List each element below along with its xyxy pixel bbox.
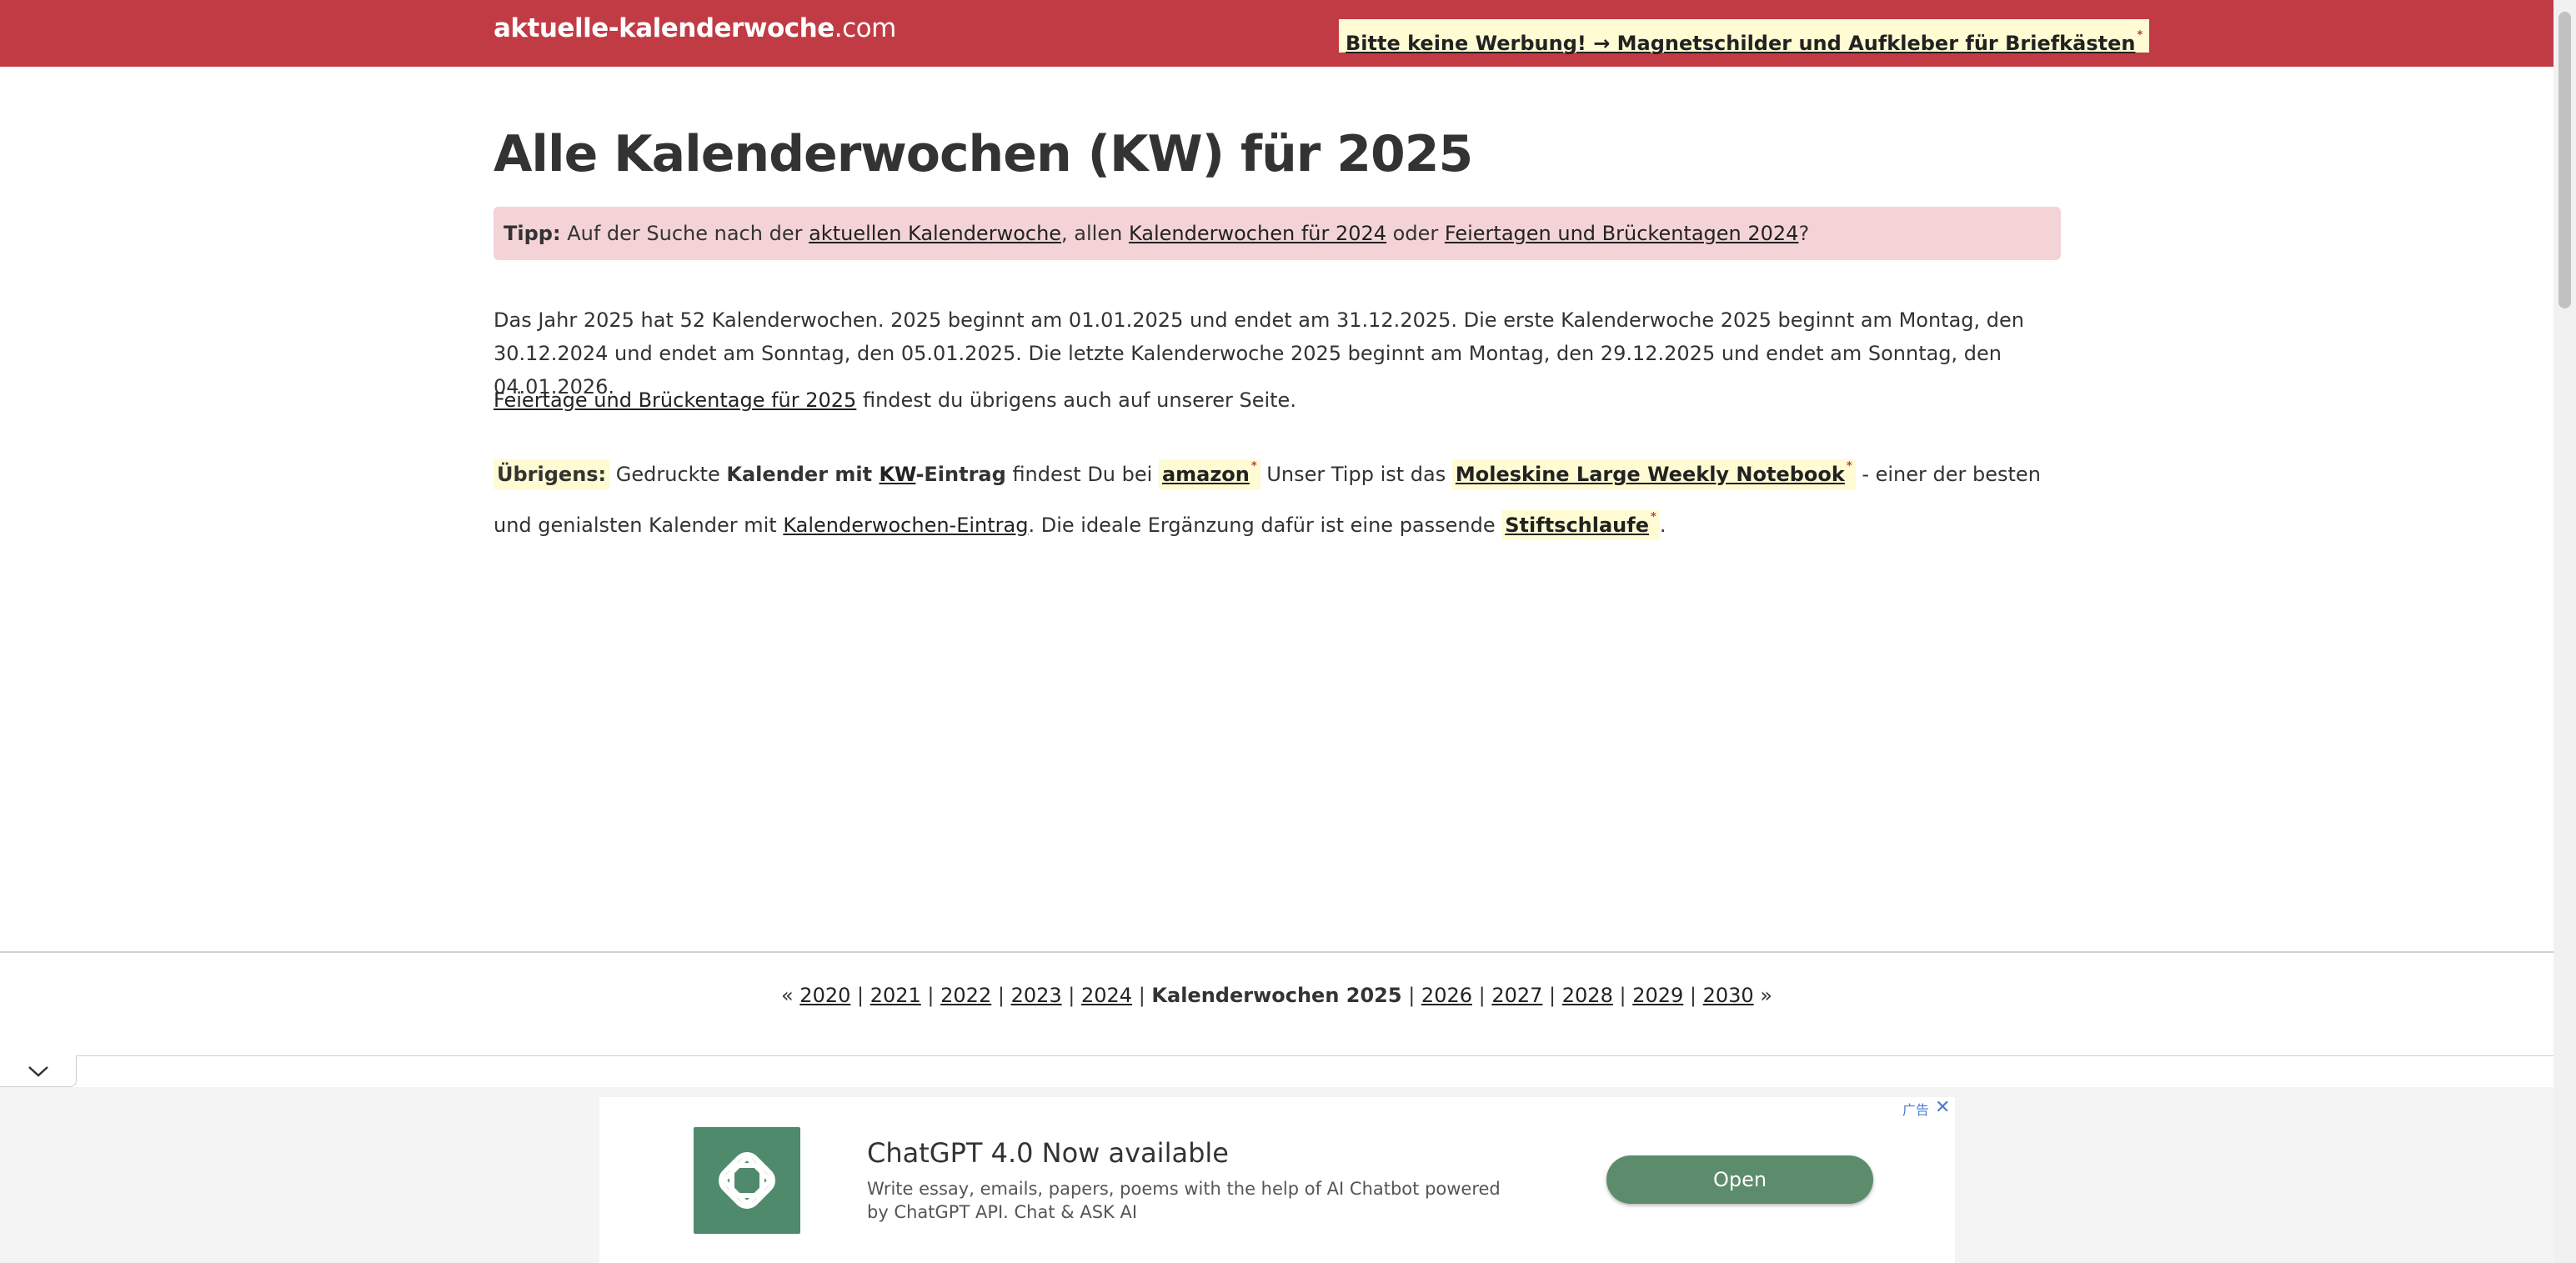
ad-title[interactable]: ChatGPT 4.0 Now available [867, 1137, 1229, 1169]
tip-label: Tipp: [504, 222, 561, 245]
promo-link[interactable]: Bitte keine Werbung! → Magnetschilder un… [1346, 32, 2135, 55]
year-link-2026[interactable]: 2026 [1421, 984, 1472, 1007]
chevron-down-icon [28, 1066, 48, 1077]
tip2-label: Übrigens: [494, 459, 610, 489]
link-current-week[interactable]: aktuellen Kalenderwoche [809, 222, 1061, 245]
year-link-2029[interactable]: 2029 [1632, 984, 1683, 1007]
footer-divider [0, 951, 2553, 953]
tip2-paragraph: Übrigens: Gedruckte Kalender mit KW-Eint… [494, 445, 2061, 547]
year-link-2021[interactable]: 2021 [870, 984, 921, 1007]
ad-collapse-button[interactable] [0, 1055, 77, 1087]
scrollbar-thumb[interactable] [2558, 12, 2571, 308]
year-navigation: « 2020 | 2021 | 2022 | 2023 | 2024 | Kal… [780, 984, 1773, 1007]
link-weeks-2024[interactable]: Kalenderwochen für 2024 [1129, 222, 1386, 245]
year-link-2028[interactable]: 2028 [1562, 984, 1613, 1007]
ad-description: Write essay, emails, papers, poems with … [867, 1179, 1501, 1222]
affiliate-mark: * [2137, 29, 2143, 42]
amazon-highlight: amazon * [1158, 459, 1260, 489]
year-link-2022[interactable]: 2022 [940, 984, 991, 1007]
ad-divider [0, 1055, 2553, 1056]
vertical-scrollbar[interactable] [2553, 0, 2576, 1263]
header-bar: aktuelle-kalenderwoche.com Bitte keine W… [0, 0, 2553, 67]
link-kw[interactable]: KW [879, 463, 915, 486]
page-title: Alle Kalenderwochen (KW) für 2025 [494, 125, 1473, 183]
year-link-2020[interactable]: 2020 [799, 984, 850, 1007]
tip-box: Tipp: Auf der Suche nach der aktuellen K… [494, 207, 2061, 260]
ad-card[interactable]: ChatGPT 4.0 Now available Write essay, e… [599, 1097, 1955, 1263]
link-moleskine[interactable]: Moleskine Large Weekly Notebook [1456, 463, 1845, 486]
link-amazon[interactable]: amazon [1162, 463, 1250, 486]
year-link-2023[interactable]: 2023 [1011, 984, 1062, 1007]
year-current: Kalenderwochen 2025 [1151, 984, 1402, 1007]
moleskine-highlight: Moleskine Large Weekly Notebook * [1451, 459, 1856, 489]
link-holidays-2024[interactable]: Feiertagen und Brückentagen 2024 [1445, 222, 1799, 245]
ad-open-button[interactable]: Open [1606, 1155, 1873, 1204]
year-link-2030[interactable]: 2030 [1703, 984, 1754, 1007]
holidays-paragraph: Feiertage und Brückentage für 2025 finde… [494, 388, 1296, 412]
ad-badge[interactable]: 广告 [1902, 1099, 1929, 1119]
nav-next: » [1760, 984, 1773, 1007]
link-kalenderwochen-eintrag[interactable]: Kalenderwochen-Eintrag [783, 514, 1028, 537]
site-logo[interactable]: aktuelle-kalenderwoche.com [494, 13, 896, 43]
link-holidays-2025[interactable]: Feiertage und Brückentage für 2025 [494, 388, 856, 412]
year-link-2027[interactable]: 2027 [1491, 984, 1542, 1007]
nav-prev: « [780, 984, 794, 1007]
ad-close-icon[interactable]: ✕ [1935, 1097, 1950, 1118]
openai-knot-icon [694, 1127, 800, 1234]
promo-banner[interactable]: Bitte keine Werbung! → Magnetschilder un… [1339, 19, 2150, 55]
year-link-2024[interactable]: 2024 [1081, 984, 1132, 1007]
link-stiftschlaufe[interactable]: Stiftschlaufe [1505, 514, 1649, 537]
stift-highlight: Stiftschlaufe * [1501, 510, 1660, 540]
